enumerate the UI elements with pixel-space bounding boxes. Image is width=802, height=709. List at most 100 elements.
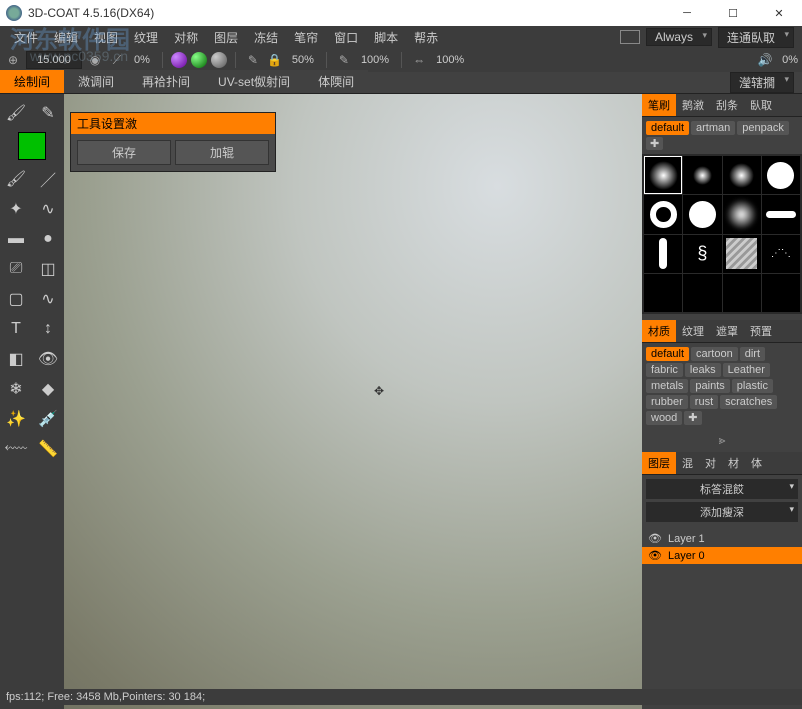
vox-tab[interactable]: 体 (745, 452, 768, 474)
brush-shape-icon[interactable]: ⟋ (108, 51, 126, 69)
viewport[interactable]: ✥ (64, 94, 642, 709)
brush-preset[interactable] (723, 235, 761, 273)
menu-symmetry[interactable]: 对称 (166, 29, 206, 46)
layer-item[interactable]: 👁Layer 0 (642, 547, 802, 564)
menu-brush[interactable]: 笔帘 (286, 29, 326, 46)
brush-preset[interactable]: § (683, 235, 721, 273)
brush-preset[interactable] (723, 274, 761, 312)
tool-magic[interactable]: ✨ (0, 404, 32, 434)
mat-chip[interactable]: Leather (723, 363, 770, 377)
menu-layers[interactable]: 图层 (206, 29, 246, 46)
material-tab[interactable]: 材质 (642, 320, 676, 342)
brush-preset[interactable] (762, 274, 800, 312)
tab-uv[interactable]: UV-set伮射间 (204, 70, 304, 93)
blend-mode-dropdown[interactable]: 标答混餀 (646, 479, 798, 499)
flow-value[interactable]: 100% (432, 54, 468, 66)
tool-stamp[interactable]: ⎚ (0, 254, 32, 284)
tool-options-panel[interactable]: 工具设置漵 保存 加辊 (70, 112, 276, 172)
brush-preset[interactable] (644, 195, 682, 233)
tab-paint[interactable]: 绘制间 (0, 70, 64, 93)
mat-chip[interactable]: default (646, 347, 689, 361)
menu-texture[interactable]: 纹理 (126, 29, 166, 46)
menu-freeze[interactable]: 冻结 (246, 29, 286, 46)
blend-tab[interactable]: 混 (676, 452, 699, 474)
menu-window[interactable]: 窗口 (326, 29, 366, 46)
brush-tab-4[interactable]: 臥取 (744, 94, 778, 116)
tool-measure[interactable]: 📏 (32, 434, 64, 464)
brush-preset[interactable] (644, 235, 682, 273)
tool-picker[interactable]: 💉 (32, 404, 64, 434)
mat-chip-add[interactable]: ✚ (684, 411, 701, 425)
tool-freeze[interactable]: ❄ (0, 374, 32, 404)
menu-edit[interactable]: 编辑 (46, 29, 86, 46)
tool-eye[interactable]: 👁 (32, 344, 64, 374)
tool-iron[interactable]: ⬳ (0, 434, 32, 464)
tool-options-title[interactable]: 工具设置漵 (71, 113, 275, 134)
tool-curve[interactable]: ∿ (32, 284, 64, 314)
tool-rect[interactable]: ▢ (0, 284, 32, 314)
mat-chip[interactable]: dirt (740, 347, 765, 361)
brush-icon[interactable]: ✎ (244, 51, 262, 69)
mat-chip[interactable]: metals (646, 379, 688, 393)
mat-chip[interactable]: scratches (720, 395, 777, 409)
brush-preset[interactable] (723, 195, 761, 233)
tool-spray[interactable]: ∿ (32, 194, 64, 224)
visibility-icon[interactable]: 👁 (648, 532, 662, 545)
brush-preset[interactable] (644, 156, 682, 194)
room-dropdown[interactable]: 瀅辖撊 (730, 72, 794, 93)
menu-script[interactable]: 脚本 (366, 29, 406, 46)
tool-eraser[interactable]: ◧ (0, 344, 32, 374)
sphere-purple-icon[interactable] (171, 52, 187, 68)
menu-file[interactable]: 文件 (6, 29, 46, 46)
brush-chip-add[interactable]: ✚ (646, 137, 663, 150)
mat-chip[interactable]: leaks (685, 363, 721, 377)
tool-bulb[interactable]: ● (32, 224, 64, 254)
brush-chip-penpack[interactable]: penpack (737, 121, 789, 135)
opacity-value[interactable]: 0% (130, 54, 154, 66)
brush-preset[interactable] (683, 156, 721, 194)
always-dropdown[interactable]: Always (646, 28, 712, 46)
brush-preset[interactable]: ⋰⋱ (762, 235, 800, 273)
mask-tab[interactable]: 遮罩 (710, 320, 744, 342)
load-button[interactable]: 加辊 (175, 140, 269, 165)
maximize-button[interactable]: ☐ (710, 0, 756, 26)
tool-move[interactable]: ↕ (32, 314, 64, 344)
mat-chip[interactable]: plastic (732, 379, 773, 393)
brush-tab-3[interactable]: 刮条 (710, 94, 744, 116)
brush-preset[interactable] (683, 274, 721, 312)
brush-chip-artman[interactable]: artman (691, 121, 735, 135)
tool-lasso[interactable]: ◫ (32, 254, 64, 284)
mat-chip[interactable]: fabric (646, 363, 683, 377)
tool-line[interactable]: ／ (32, 164, 64, 194)
obj-tab[interactable]: 对 (699, 452, 722, 474)
connect-dropdown[interactable]: 连通臥取 (718, 27, 794, 48)
layer-item[interactable]: 👁Layer 1 (642, 530, 802, 547)
mat2-tab[interactable]: 材 (722, 452, 745, 474)
brush-preset[interactable] (762, 156, 800, 194)
brush-chip-default[interactable]: default (646, 121, 689, 135)
menu-view[interactable]: 视图 (86, 29, 126, 46)
save-button[interactable]: 保存 (77, 140, 171, 165)
brush-preset[interactable] (683, 195, 721, 233)
smooth-icon[interactable]: ✎ (335, 51, 353, 69)
smooth-value[interactable]: 100% (357, 54, 393, 66)
tool-flatten[interactable]: ▬ (0, 224, 32, 254)
menu-help[interactable]: 帮赤 (406, 29, 446, 46)
depth-mode-dropdown[interactable]: 添加瘦深 (646, 502, 798, 522)
texture-tab[interactable]: 纹理 (676, 320, 710, 342)
brush-tab[interactable]: 笔刷 (642, 94, 676, 116)
mat-chip[interactable]: rubber (646, 395, 688, 409)
brush-size-icon[interactable]: ◉ (86, 51, 104, 69)
tool-airbrush[interactable]: ✦ (0, 194, 32, 224)
brush-preset[interactable] (723, 156, 761, 194)
color-swatch[interactable] (18, 132, 46, 160)
tab-voxel[interactable]: 体陾间 (304, 70, 368, 93)
visibility-icon[interactable]: 👁 (648, 549, 662, 562)
depth-value[interactable]: 50% (288, 54, 318, 66)
brush-preset[interactable] (644, 274, 682, 312)
close-button[interactable]: ✕ (756, 0, 802, 26)
tab-tweak[interactable]: 溦调间 (64, 70, 128, 93)
tool-pencil[interactable]: ✎ (32, 98, 64, 128)
tab-retopo[interactable]: 再袷扑间 (128, 70, 204, 93)
mat-chip[interactable]: rust (690, 395, 718, 409)
